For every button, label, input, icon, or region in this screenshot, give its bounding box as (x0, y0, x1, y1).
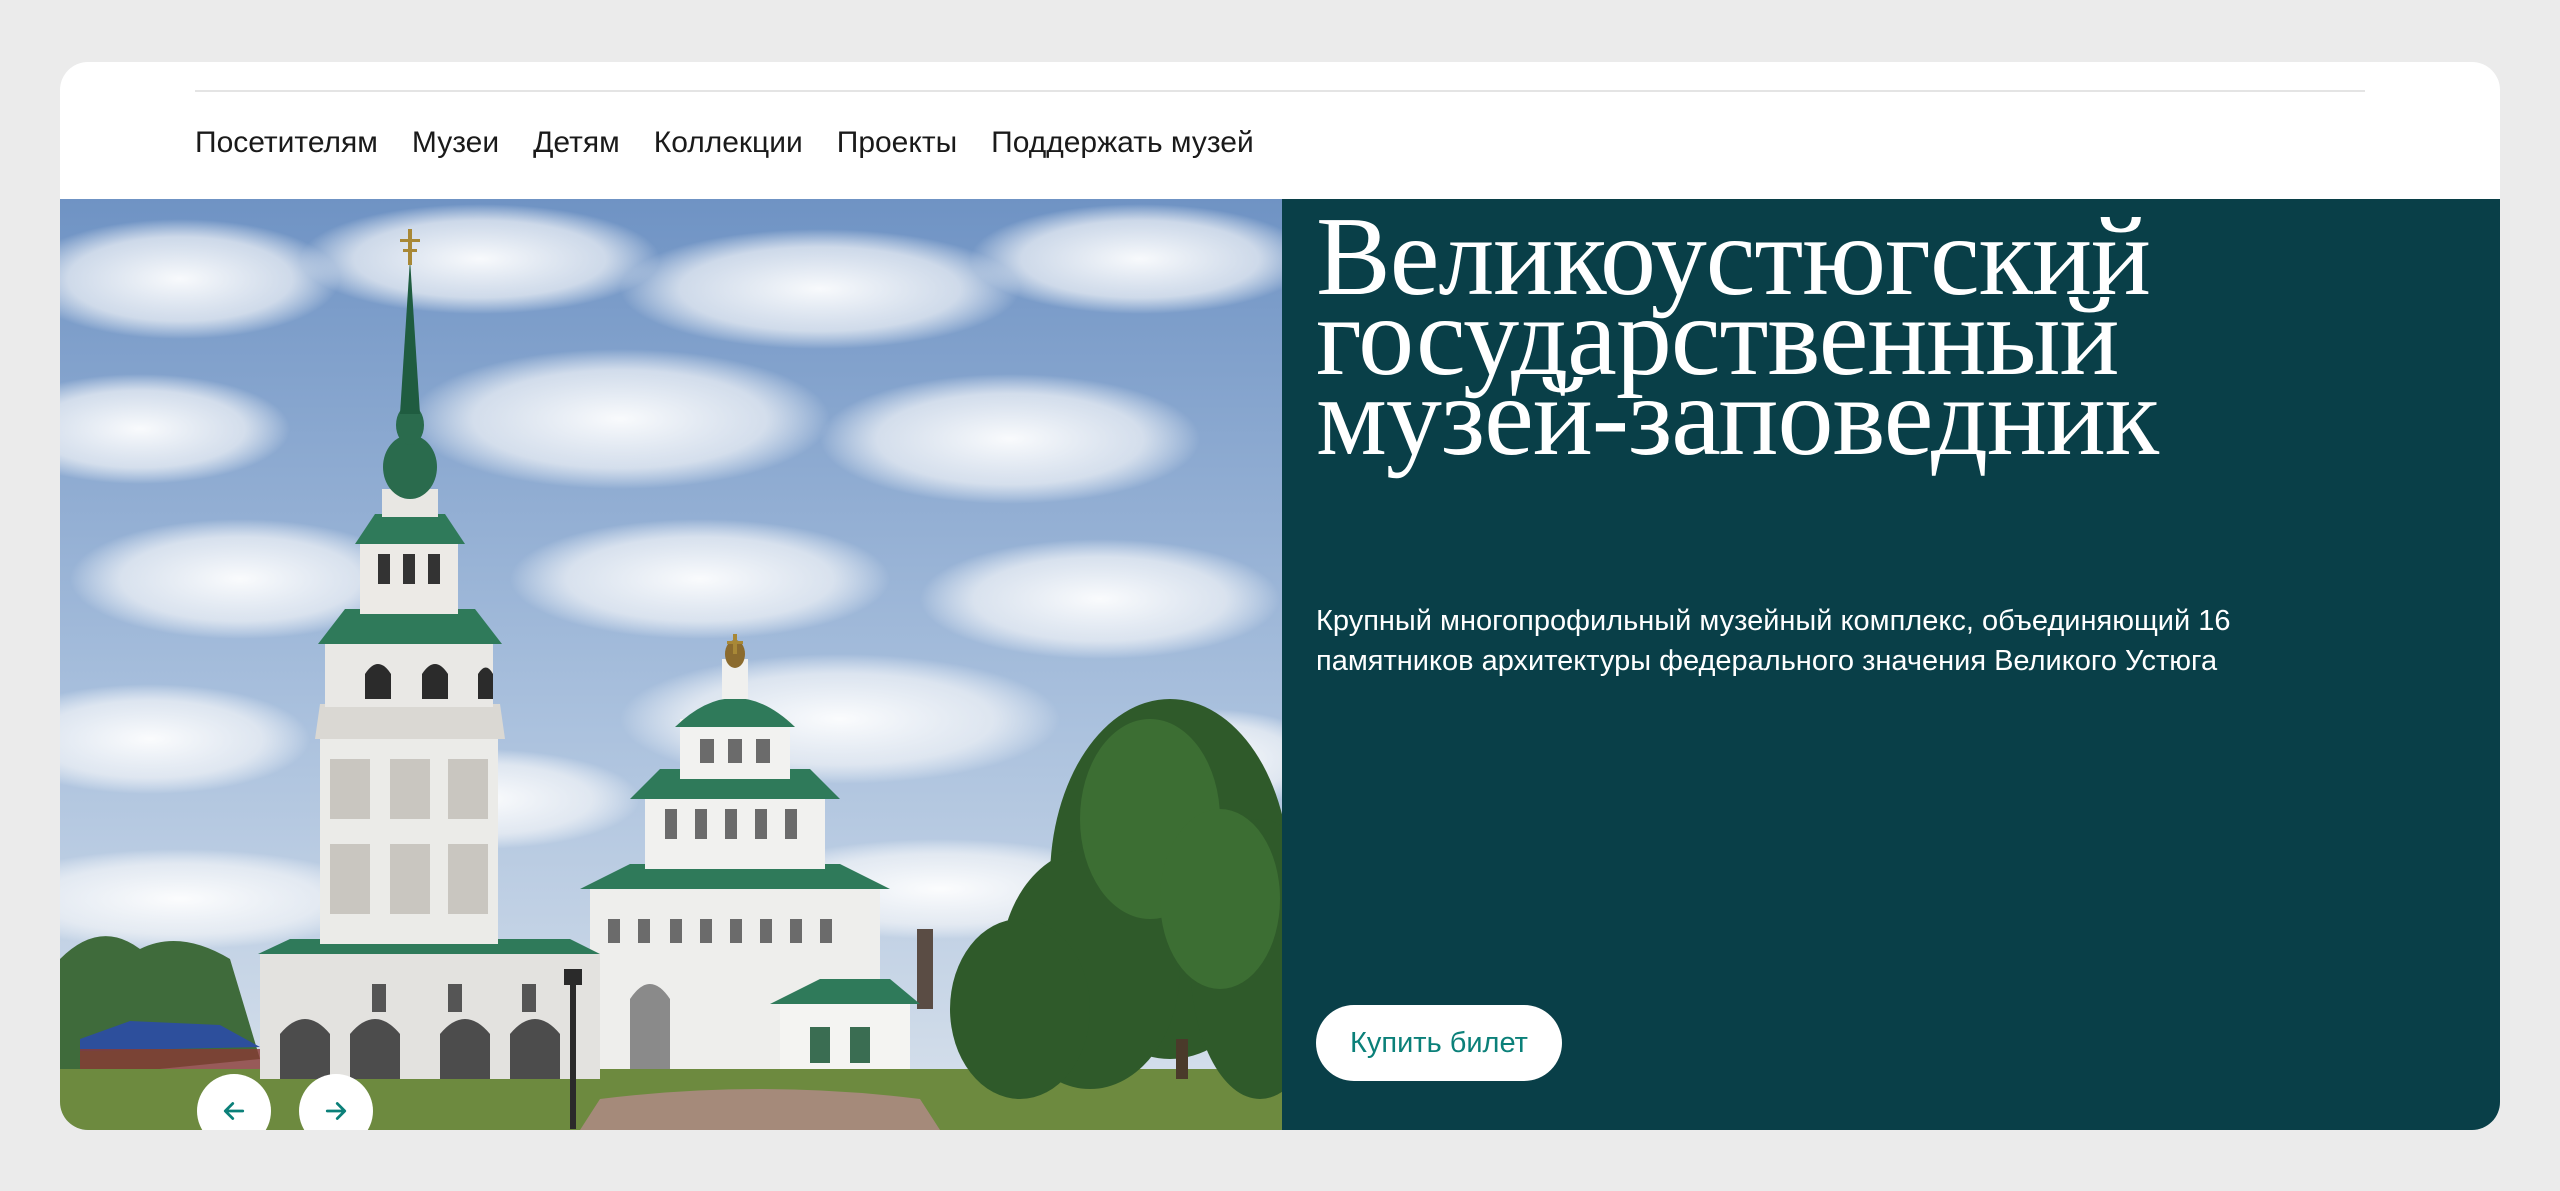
hero-title-line: музей-заповедник (1316, 355, 2159, 479)
nav-item-children[interactable]: Детям (533, 126, 620, 160)
hero-photo (60, 199, 1282, 1130)
nav-item-collections[interactable]: Коллекции (654, 126, 803, 160)
nav-item-museums[interactable]: Музеи (412, 126, 499, 160)
hero-panel: Великоустюгский государственный музей-за… (1282, 199, 2500, 1130)
arrow-left-icon (223, 1102, 245, 1120)
church-photo-icon (60, 199, 1282, 1130)
hero-title: Великоустюгский государственный музей-за… (1316, 201, 2466, 479)
main-nav: Посетителям Музеи Детям Коллекции Проект… (195, 126, 1254, 160)
nav-item-support[interactable]: Поддержать музей (991, 126, 1254, 160)
nav-item-visitors[interactable]: Посетителям (195, 126, 378, 160)
header-divider (195, 90, 2365, 92)
arrow-right-icon (325, 1102, 347, 1120)
nav-item-projects[interactable]: Проекты (837, 126, 957, 160)
site-card: Посетителям Музеи Детям Коллекции Проект… (60, 62, 2500, 1130)
buy-ticket-button[interactable]: Купить билет (1316, 1005, 1562, 1081)
hero-description: Крупный многопрофильный музейный комплек… (1316, 605, 2231, 677)
